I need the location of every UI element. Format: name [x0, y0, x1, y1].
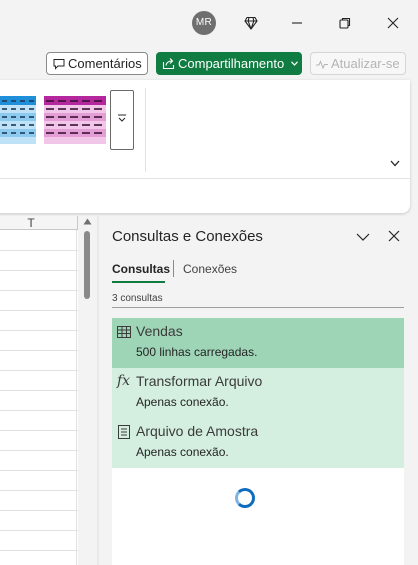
refresh-button[interactable]: Atualizar-se — [310, 52, 406, 75]
query-list: Vendas 500 linhas carregadas. fx Transfo… — [112, 318, 404, 565]
query-name: Arquivo de Amostra — [136, 423, 259, 439]
pane-close-icon[interactable] — [387, 229, 401, 243]
minimize-icon — [292, 22, 302, 24]
table-styles-gallery — [0, 96, 108, 144]
table-style-swatch-blue[interactable] — [0, 96, 36, 144]
scrollbar-thumb[interactable] — [84, 231, 90, 299]
document-icon — [118, 425, 130, 439]
comment-icon — [53, 59, 65, 70]
function-fx-icon: fx — [117, 373, 131, 389]
query-item-transformar-arquivo[interactable]: fx Transformar Arquivo Apenas conexão. — [112, 368, 404, 418]
minimize-button[interactable] — [283, 8, 311, 38]
pane-title: Consultas e Conexões — [112, 228, 263, 245]
gallery-expand-icon — [118, 114, 126, 122]
tab-separator — [173, 260, 174, 277]
query-item-arquivo-de-amostra[interactable]: Arquivo de Amostra Apenas conexão. — [112, 418, 404, 468]
scroll-up-arrow-icon[interactable] — [83, 218, 92, 225]
tab-conexoes[interactable]: Conexões — [183, 262, 237, 276]
table-icon — [117, 326, 131, 338]
count-divider — [112, 307, 404, 308]
restore-icon — [339, 17, 351, 29]
active-tab-indicator — [112, 281, 165, 283]
query-status: Apenas conexão. — [136, 395, 229, 409]
pane-divider[interactable] — [97, 216, 99, 565]
account-avatar[interactable]: MR — [192, 11, 216, 35]
query-status: Apenas conexão. — [136, 445, 229, 459]
spinner-center — [240, 493, 250, 503]
query-item-vendas[interactable]: Vendas 500 linhas carregadas. — [112, 318, 404, 368]
ribbon-collapse-button[interactable] — [384, 152, 406, 174]
column-header-t[interactable]: T — [25, 216, 37, 230]
worksheet-grid[interactable] — [0, 216, 78, 565]
ribbon-separator — [145, 88, 146, 172]
diamond-icon — [244, 16, 258, 30]
share-icon — [162, 58, 175, 70]
refresh-pulse-icon — [316, 60, 328, 69]
query-count: 3 consultas — [112, 293, 163, 304]
grid-column-line — [76, 230, 77, 565]
chevron-down-icon — [390, 160, 400, 167]
table-style-swatch-pink[interactable] — [44, 96, 114, 144]
vertical-scrollbar[interactable] — [79, 216, 96, 565]
gallery-more-button[interactable] — [110, 90, 134, 150]
tab-consultas[interactable]: Consultas — [112, 262, 170, 276]
close-icon — [387, 17, 399, 29]
chevron-down-icon — [291, 61, 298, 66]
column-header-row: T — [0, 216, 78, 230]
share-label: Compartilhamento — [178, 56, 285, 71]
ribbon-divider — [0, 178, 410, 179]
share-button[interactable]: Compartilhamento — [156, 52, 302, 75]
refresh-label: Atualizar-se — [331, 56, 400, 71]
restore-button[interactable] — [331, 8, 359, 38]
pane-options-chevron-icon[interactable] — [355, 230, 371, 244]
comments-button[interactable]: Comentários — [46, 52, 148, 75]
query-name: Vendas — [136, 323, 183, 339]
title-bar: MR — [0, 0, 418, 46]
comments-label: Comentários — [68, 56, 142, 71]
query-name: Transformar Arquivo — [136, 373, 263, 389]
query-status: 500 linhas carregadas. — [136, 345, 258, 359]
premium-diamond-button[interactable] — [237, 8, 265, 38]
close-window-button[interactable] — [379, 8, 407, 38]
